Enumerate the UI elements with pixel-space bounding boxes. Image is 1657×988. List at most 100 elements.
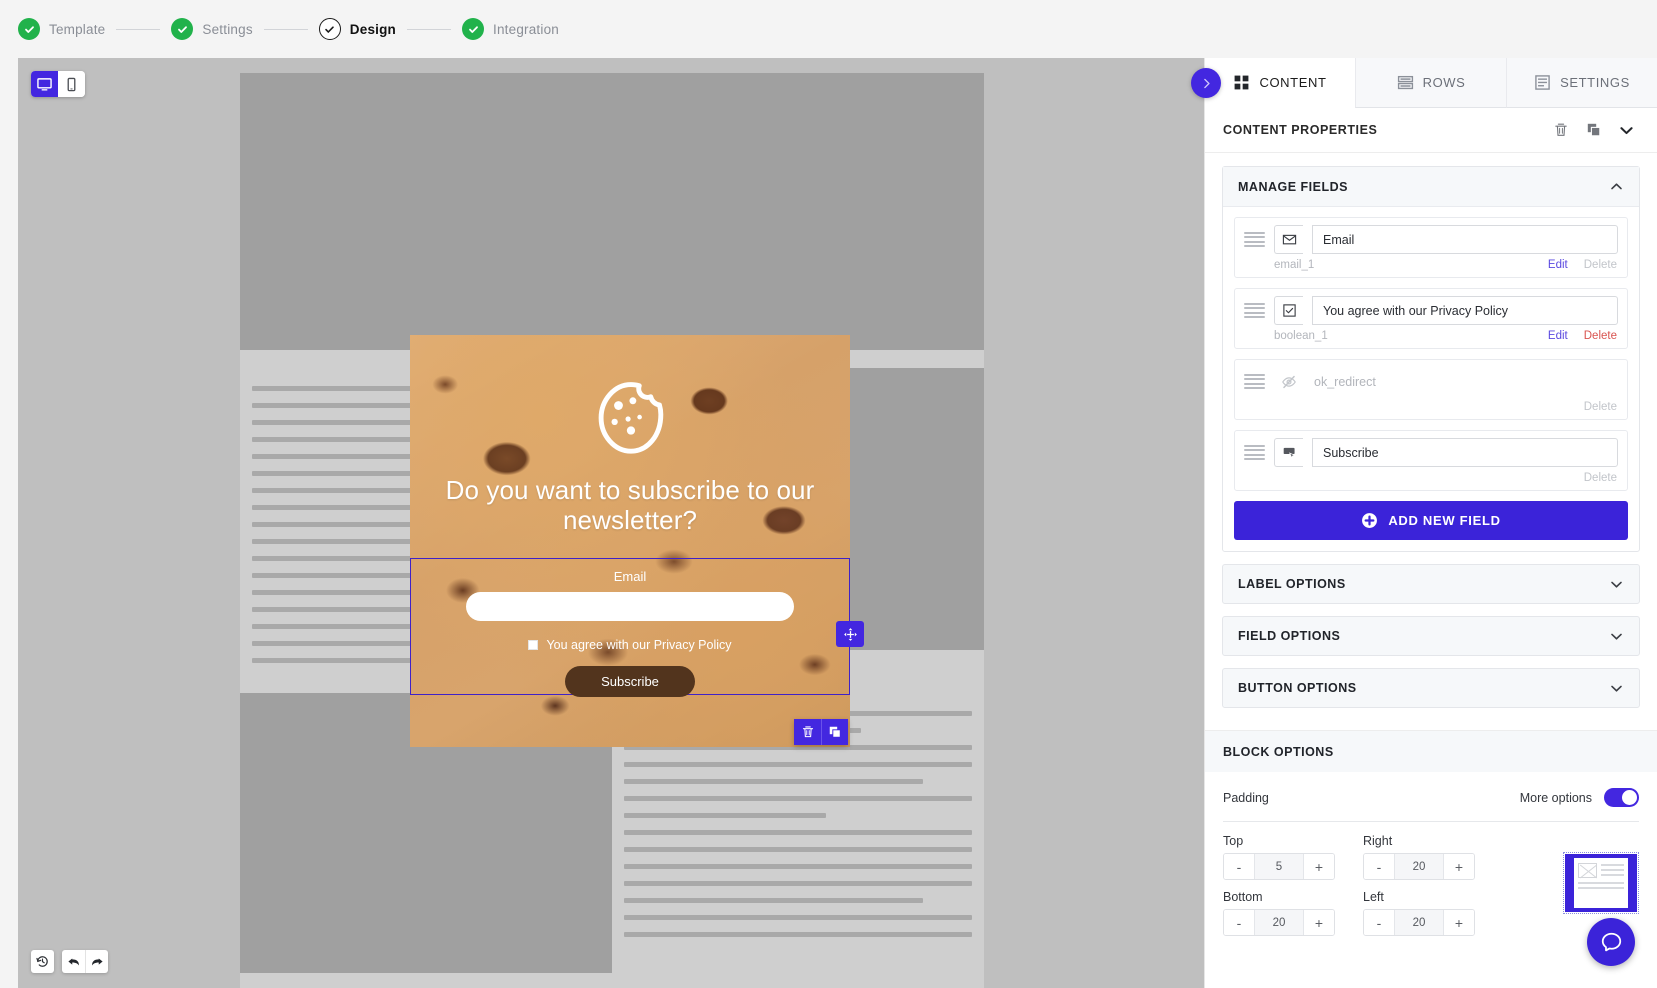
decrement-button[interactable]: - [1224,910,1254,935]
increment-button[interactable]: + [1304,910,1334,935]
block-options-section: BLOCK OPTIONS Padding More options Top -… [1205,730,1657,946]
step-label: Design [349,21,396,37]
drag-handle-icon[interactable] [1244,373,1265,390]
tab-content[interactable]: CONTENT [1205,58,1355,108]
field-delete-link: Delete [1583,259,1617,271]
delete-block-button[interactable] [794,719,821,745]
padding-top-label: Top [1223,834,1244,848]
desktop-view-button[interactable] [31,71,58,97]
rows-icon [1397,75,1413,90]
check-icon [18,18,40,40]
decrement-button[interactable]: - [1224,854,1254,879]
collapse-content-button[interactable] [1610,108,1643,153]
move-block-handle[interactable] [836,621,864,647]
field-name-label: ok_redirect [1314,374,1376,389]
tab-settings[interactable]: SETTINGS [1506,58,1657,108]
field-edit-link[interactable]: Edit [1548,259,1568,271]
history-button[interactable] [31,950,54,973]
step-connector [263,28,308,30]
subscribe-popup[interactable]: Do you want to subscribe to our newslett… [410,335,850,747]
field-edit-link[interactable]: Edit [1548,330,1568,342]
undo-icon [67,958,79,965]
block-action-toolbar [794,719,848,745]
step-label: Integration [493,21,559,37]
label-options-accordion[interactable]: LABEL OPTIONS [1222,564,1640,604]
step-template[interactable]: Template [18,18,105,40]
increment-button[interactable]: + [1304,854,1334,879]
add-new-field-button[interactable]: ADD NEW FIELD [1234,501,1628,540]
duplicate-icon [1587,123,1600,137]
drag-handle-icon[interactable] [1244,444,1265,461]
settings-list-icon [1535,75,1550,90]
more-options-label: More options [1519,790,1592,805]
email-field-label: Email [613,569,647,584]
field-name-input[interactable]: Email [1312,225,1618,254]
trash-icon [1554,123,1567,136]
padding-top-bottom-column: Top - 5 + Bottom - 20 + [1223,834,1335,946]
divider [1223,821,1639,822]
decrement-button[interactable]: - [1364,854,1394,879]
duplicate-block-button[interactable] [821,719,848,745]
step-settings[interactable]: Settings [171,18,253,40]
padding-right-stepper[interactable]: - 20 + [1363,853,1475,880]
undo-button[interactable] [62,950,85,973]
step-label: Template [49,21,106,37]
field-row-privacy-policy: You agree with our Privacy Policy boolea… [1234,288,1628,349]
button-click-icon [1274,438,1303,467]
delete-content-button[interactable] [1544,108,1577,153]
padding-bottom-label: Bottom [1223,890,1263,904]
step-design[interactable]: Design [318,18,396,40]
drag-handle-icon[interactable] [1244,302,1265,319]
padding-right-value[interactable]: 20 [1394,854,1444,879]
step-integration[interactable]: Integration [462,18,559,40]
subscribe-button[interactable]: Subscribe [565,666,695,697]
decrement-button[interactable]: - [1364,910,1394,935]
padding-top-value[interactable]: 5 [1254,854,1304,879]
image-block-top[interactable] [240,73,984,350]
chevron-down-icon [1611,581,1622,588]
manage-fields-header[interactable]: MANAGE FIELDS [1223,167,1639,207]
collapse-panel-button[interactable] [1191,68,1221,98]
add-new-field-label: ADD NEW FIELD [1388,513,1501,528]
cookie-icon [598,382,664,454]
panel-body: MANAGE FIELDS Email email_1 Edit Delete … [1205,153,1657,988]
padding-left-value[interactable]: 20 [1394,910,1444,935]
chevron-up-icon [1611,183,1622,190]
email-input[interactable] [466,592,794,621]
field-delete-link[interactable]: Delete [1584,330,1617,342]
grid-icon [1235,75,1249,90]
duplicate-content-button[interactable] [1577,108,1610,153]
step-connector [116,28,161,30]
consent-checkbox[interactable] [528,640,539,650]
consent-row[interactable]: You agree with our Privacy Policy [411,638,849,652]
padding-bottom-value[interactable]: 20 [1254,910,1304,935]
content-properties-header: CONTENT PROPERTIES [1205,108,1657,153]
increment-button[interactable]: + [1444,910,1474,935]
padding-top-stepper[interactable]: - 5 + [1223,853,1335,880]
increment-button[interactable]: + [1444,854,1474,879]
popup-title: Do you want to subscribe to our newslett… [445,475,815,536]
form-block-selected[interactable]: Email You agree with our Privacy Policy … [410,558,850,697]
help-chat-button[interactable] [1587,918,1635,966]
section-title: LABEL OPTIONS [1238,577,1346,591]
more-options-toggle[interactable] [1604,788,1639,807]
field-name-input[interactable]: Subscribe [1312,438,1618,467]
field-delete-link: Delete [1583,401,1617,413]
section-title: MANAGE FIELDS [1238,179,1348,194]
button-options-accordion[interactable]: BUTTON OPTIONS [1222,668,1640,708]
field-options-accordion[interactable]: FIELD OPTIONS [1222,616,1640,656]
popup-content: Do you want to subscribe to our newslett… [410,371,850,536]
drag-handle-icon[interactable] [1244,231,1265,248]
envelope-icon [1274,225,1303,254]
manage-fields-card: MANAGE FIELDS Email email_1 Edit Delete … [1222,166,1640,552]
redo-button[interactable] [85,950,108,973]
mobile-view-button[interactable] [58,71,85,97]
tab-rows[interactable]: ROWS [1355,58,1506,108]
padding-left-stepper[interactable]: - 20 + [1363,909,1475,936]
chevron-down-icon [1620,126,1633,134]
history-controls [31,950,108,973]
undo-redo-group [62,950,108,973]
check-icon [171,18,194,40]
field-name-input[interactable]: You agree with our Privacy Policy [1312,296,1618,325]
padding-bottom-stepper[interactable]: - 20 + [1223,909,1335,936]
